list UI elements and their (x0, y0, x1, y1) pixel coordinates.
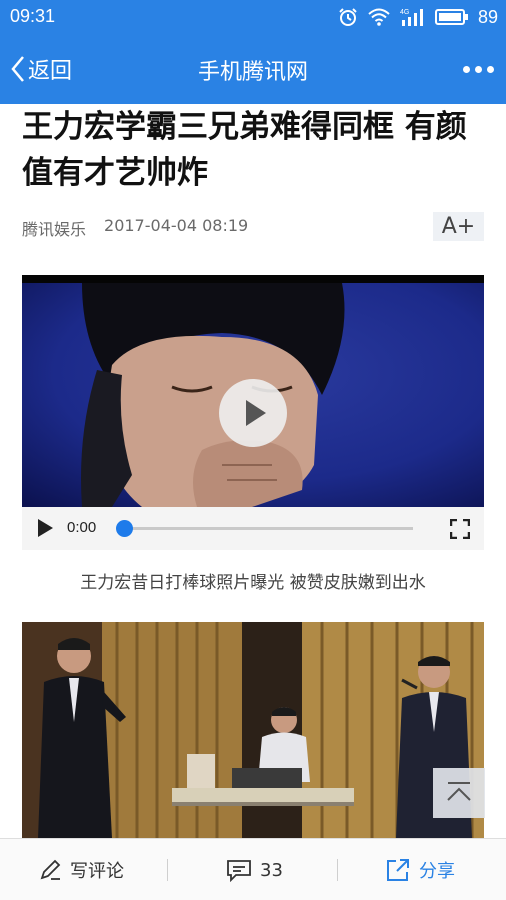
status-time: 09:31 (10, 6, 56, 26)
photo-image (22, 622, 484, 838)
scroll-top-icon (447, 782, 471, 801)
battery-icon (434, 9, 468, 25)
divider (167, 859, 168, 881)
more-icon[interactable] (460, 60, 496, 78)
article-photo[interactable] (22, 622, 484, 838)
share-label: 分享 (419, 861, 455, 882)
divider (337, 859, 338, 881)
status-bar: 09:31 4G 89 (0, 0, 506, 34)
video-caption: 王力宏昔日打棒球照片曝光 被赞皮肤嫩到出水 (80, 573, 426, 593)
video-progress-knob[interactable] (116, 520, 133, 537)
share-button[interactable]: 分享 (385, 839, 455, 900)
status-icons: 4G 89 (338, 4, 498, 30)
signal-icon: 4G (400, 9, 423, 26)
write-comment-label: 写评论 (70, 861, 124, 882)
video-time: 0:00 (67, 519, 97, 536)
article-source: 腾讯娱乐 (22, 220, 87, 239)
article-title-line2: 值有才艺帅炸 (22, 155, 208, 191)
article-datetime: 2017-04-04 08:19 (104, 216, 249, 235)
font-size-button[interactable]: A+ (433, 212, 484, 241)
video-controls: 0:00 (22, 507, 484, 550)
pen-icon (40, 859, 61, 880)
fullscreen-icon[interactable] (450, 519, 470, 539)
comment-count: 33 (260, 859, 283, 881)
video-thumbnail[interactable] (22, 275, 484, 507)
scroll-top-button[interactable] (433, 768, 485, 818)
video-progress-track[interactable] (125, 527, 413, 530)
battery-level: 89 (477, 6, 498, 27)
wifi-icon (368, 8, 390, 26)
play-icon[interactable] (219, 379, 287, 447)
control-play-icon[interactable] (38, 519, 53, 537)
nav-bar: 返回 手机腾讯网 (0, 34, 506, 104)
page-title: 手机腾讯网 (197, 60, 308, 85)
article-meta: 腾讯娱乐 2017-04-04 08:19 (22, 216, 248, 240)
article-title-line1: 王力宏学霸三兄弟难得同框 有颜 (22, 109, 467, 145)
comments-button[interactable]: 33 (226, 839, 283, 900)
network-type: 4G (400, 9, 409, 16)
bottom-action-bar: 写评论 33 分享 (0, 838, 506, 900)
article-title: 王力宏学霸三兄弟难得同框 有颜 值有才艺帅炸 (22, 104, 492, 196)
comment-icon (227, 860, 251, 882)
share-icon (387, 859, 409, 881)
video-player: 0:00 (22, 275, 484, 550)
write-comment-button[interactable]: 写评论 (38, 839, 124, 900)
alarm-icon (339, 8, 357, 26)
